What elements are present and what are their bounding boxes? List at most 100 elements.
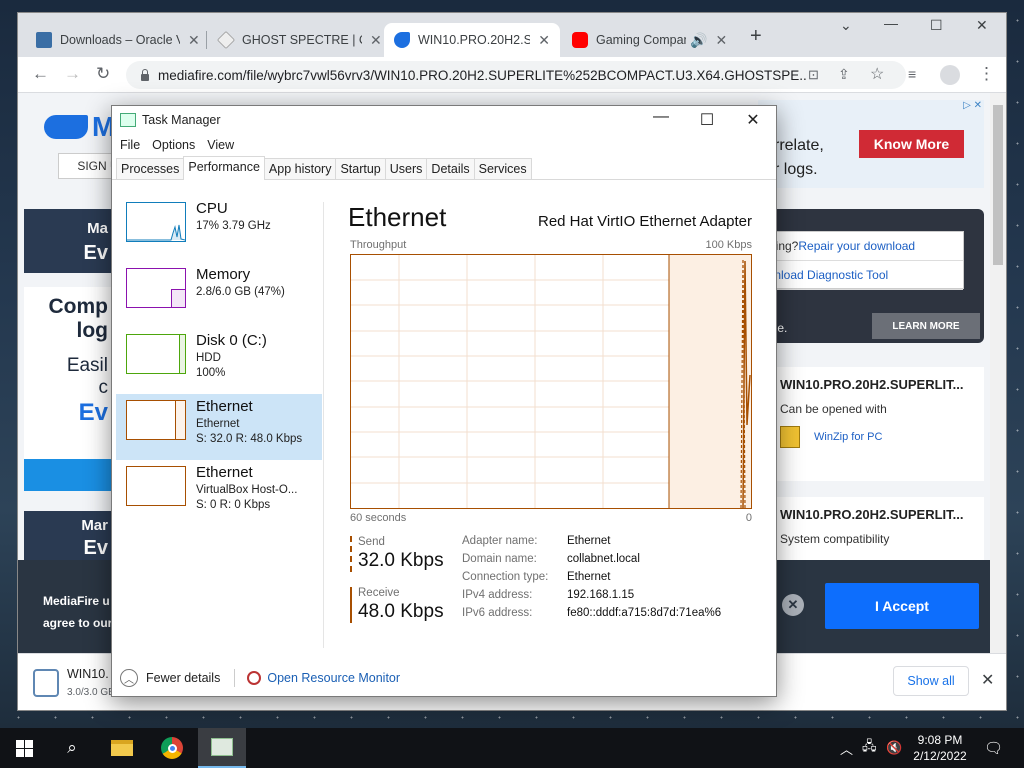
prop-value: collabnet.local	[567, 553, 640, 565]
bookmark-star-icon[interactable]: ☆	[870, 64, 884, 84]
close-window-button[interactable]: ✕	[976, 17, 988, 34]
tab-services[interactable]: Services	[473, 158, 532, 179]
receive-metric: Receive 48.0 Kbps	[350, 587, 450, 623]
cookie-close-button[interactable]: ✕	[782, 594, 804, 616]
search-icon[interactable]: ⌕	[48, 728, 96, 768]
tm-title-bar[interactable]: Task Manager — ☐ ✕	[112, 106, 776, 134]
tab-app-history[interactable]: App history	[263, 158, 337, 179]
send-value: 32.0 Kbps	[358, 550, 444, 571]
file-explorer-icon[interactable]	[98, 728, 146, 768]
tab-close-icon[interactable]: ✕	[370, 32, 382, 49]
tab-downloads-oracle[interactable]: Downloads – Oracle VM ✕	[26, 23, 210, 57]
tab-close-icon[interactable]: ✕	[715, 32, 727, 49]
file-name: WIN10.PRO.20H2.SUPERLIT...	[780, 507, 964, 522]
tab-details[interactable]: Details	[426, 158, 475, 179]
new-tab-button[interactable]: +	[750, 25, 762, 48]
url-text[interactable]: mediafire.com/file/wybrc7vwl56vrv3/WIN10…	[158, 68, 808, 83]
send-metric: Send 32.0 Kbps	[350, 536, 450, 572]
tab-processes[interactable]: Processes	[116, 158, 185, 179]
menu-options[interactable]: Options	[152, 138, 195, 152]
cookie-text: MediaFire u agree to our	[43, 590, 112, 634]
prop-value: Ethernet	[567, 571, 611, 583]
start-button[interactable]	[0, 728, 48, 768]
prop-key: Domain name:	[462, 553, 537, 565]
share-icon[interactable]: ⇪	[838, 66, 850, 83]
accept-button[interactable]: I Accept	[825, 583, 979, 629]
left-ad-middle[interactable]: Comp log Easil c Ev	[24, 287, 114, 459]
learn-more-button[interactable]: LEARN MORE	[872, 313, 980, 339]
diagnostic-tool-link[interactable]: ownload Diagnostic Tool	[759, 261, 963, 290]
blocked-popup-icon[interactable]: ⊡	[808, 67, 819, 83]
back-icon[interactable]: ←	[32, 64, 49, 84]
receive-label: Receive	[358, 587, 400, 599]
ad-choices-icon[interactable]: ▷ ✕	[963, 100, 982, 111]
menu-kebab-icon[interactable]: ⋮	[978, 64, 995, 84]
tab-ghost-spectre[interactable]: GHOST SPECTRE | Cu ✕	[208, 23, 392, 57]
page-scrollbar[interactable]	[990, 93, 1006, 663]
cpu-mini-graph	[126, 202, 186, 242]
close-shelf-button[interactable]: ✕	[981, 670, 994, 690]
tab-gaming[interactable]: Gaming Compan 🔊 ✕	[562, 23, 737, 57]
sidebar-item-memory[interactable]: Memory 2.8/6.0 GB (47%)	[116, 262, 322, 328]
winzip-link[interactable]: WinZip for PC	[780, 426, 984, 448]
send-label: Send	[358, 536, 385, 548]
sidebar-label: Disk 0 (C:)	[196, 332, 267, 349]
scrollbar-thumb[interactable]	[993, 105, 1003, 265]
chrome-icon[interactable]	[148, 728, 196, 768]
forward-icon[interactable]: →	[64, 64, 81, 84]
repair-link[interactable]: Repair your download	[798, 239, 915, 253]
repair-box: orking? Repair your download ownload Dia…	[758, 231, 964, 290]
reload-icon[interactable]: ↻	[96, 64, 110, 84]
cookie-line: MediaFire u	[43, 594, 110, 608]
menu-file[interactable]: File	[120, 138, 140, 152]
maximize-button[interactable]: ☐	[930, 17, 943, 34]
volume-muted-icon[interactable]: 🔇	[886, 728, 902, 768]
tab-search-icon[interactable]: ⌄	[840, 17, 852, 34]
address-bar[interactable]: mediafire.com/file/wybrc7vwl56vrv3/WIN10…	[126, 61, 906, 89]
tab-performance[interactable]: Performance	[183, 156, 265, 180]
tm-minimize-button[interactable]: —	[638, 108, 684, 126]
chevron-up-icon[interactable]: ︿	[120, 669, 138, 687]
menu-view[interactable]: View	[207, 138, 234, 152]
show-all-button[interactable]: Show all	[893, 666, 969, 696]
download-name[interactable]: WIN10.	[67, 667, 109, 681]
minimize-button[interactable]: —	[884, 15, 898, 31]
tm-close-button[interactable]: ✕	[730, 110, 776, 130]
reading-list-icon[interactable]: ≡	[908, 66, 916, 82]
fewer-details-button[interactable]: Fewer details	[146, 671, 220, 685]
tab-close-icon[interactable]: ✕	[538, 32, 550, 49]
system-clock[interactable]: 9:08 PM 2/12/2022	[910, 732, 970, 764]
folder-icon	[111, 740, 133, 756]
compat-label: System compatibility	[780, 532, 890, 546]
tab-startup[interactable]: Startup	[335, 158, 386, 179]
winzip-icon	[780, 426, 800, 448]
left-ad-bottom[interactable]: Mar Ev	[24, 511, 114, 560]
taskbar: ⌕ ︿ 🖧 🔇 9:08 PM 2/12/2022 🗨	[0, 728, 1024, 768]
task-manager-taskbar-icon[interactable]	[198, 728, 246, 768]
download-file-icon[interactable]	[33, 669, 59, 697]
left-ad-top[interactable]: Ma Ev	[24, 209, 114, 273]
tab-users[interactable]: Users	[384, 158, 428, 179]
tm-maximize-button[interactable]: ☐	[684, 110, 730, 130]
lock-icon	[140, 69, 150, 81]
top-ad-banner[interactable]: ▷ ✕ rrelate, r logs. Know More	[758, 100, 984, 188]
tm-title: Task Manager	[142, 113, 221, 127]
tab-title: WIN10.PRO.20H2.SUPERL	[418, 33, 531, 47]
sidebar-item-ethernet[interactable]: Ethernet Ethernet S: 32.0 R: 48.0 Kbps	[116, 394, 322, 460]
sidebar-item-cpu[interactable]: CPU 17% 3.79 GHz	[116, 196, 322, 262]
tab-close-icon[interactable]: ✕	[188, 32, 200, 49]
show-hidden-icons[interactable]: ︿	[840, 728, 853, 768]
open-resource-monitor-link[interactable]: Open Resource Monitor	[267, 671, 400, 685]
audio-icon[interactable]: 🔊	[690, 32, 707, 49]
mediafire-logo[interactable]: M	[44, 111, 115, 143]
profile-avatar-icon[interactable]	[940, 65, 960, 85]
prop-value: fe80::dddf:a715:8d7d:71ea%6	[567, 607, 722, 619]
notification-icon[interactable]: 🗨	[984, 728, 1003, 768]
sidebar-sub: 17% 3.79 GHz	[196, 220, 271, 232]
tab-mediafire[interactable]: WIN10.PRO.20H2.SUPERL ✕	[384, 23, 560, 57]
sidebar-item-ethernet-virtualbox[interactable]: Ethernet VirtualBox Host-O... S: 0 R: 0 …	[116, 460, 322, 526]
network-icon[interactable]: 🖧	[862, 728, 877, 768]
sidebar-item-disk[interactable]: Disk 0 (C:) HDD 100%	[116, 328, 322, 394]
left-ad-button[interactable]	[24, 459, 114, 491]
know-more-button[interactable]: Know More	[859, 130, 964, 158]
